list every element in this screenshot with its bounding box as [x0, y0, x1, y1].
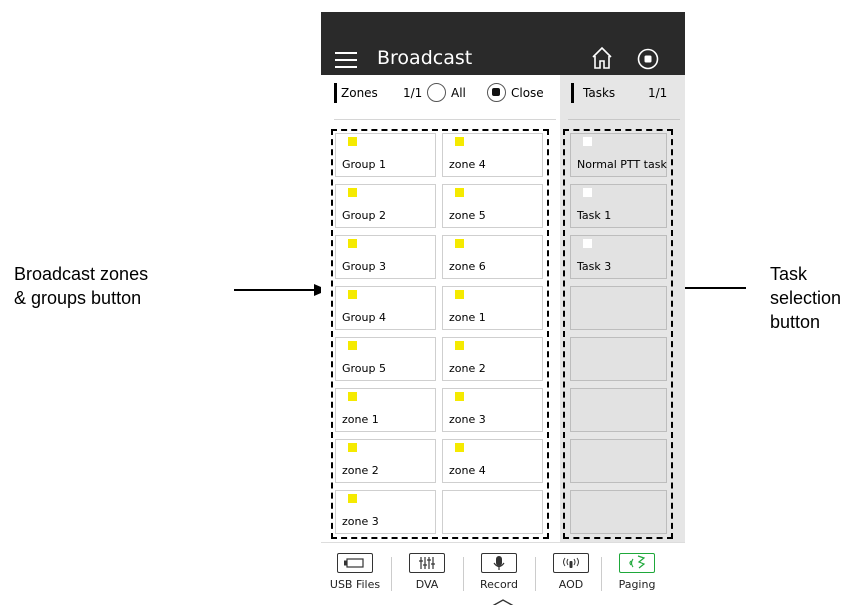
chevron-up-icon[interactable]: [485, 599, 521, 605]
zones-panel: Zones 1/1 All Close Group 1 zone 4 Group 2…: [321, 75, 560, 542]
bottom-nav: USB Files DVA Record AOD Paging: [321, 542, 685, 605]
nav-separator: [535, 557, 536, 591]
annotation-tasks-line-1: Task: [770, 264, 808, 284]
nav-label: DVA: [415, 578, 439, 591]
nav-item-usb-files[interactable]: USB Files: [321, 553, 389, 597]
nav-separator: [391, 557, 392, 591]
annotation-tasks-line-3: button: [770, 312, 821, 332]
annotation-zones: Broadcast zones & groups button: [14, 262, 148, 310]
tasks-panel: Tasks 1/1 Normal PTT task Task 1 Task 3: [560, 75, 685, 542]
stop-icon[interactable]: [637, 48, 659, 70]
page-title: Broadcast: [377, 47, 473, 69]
close-label[interactable]: Close: [511, 86, 544, 100]
arrow-to-zones: [234, 284, 328, 296]
close-radio[interactable]: [487, 83, 506, 102]
zones-header-divider: [334, 119, 556, 120]
tasks-label: Tasks: [583, 86, 616, 100]
zones-highlight-frame: [331, 129, 549, 539]
tasks-page-indicator: 1/1: [648, 86, 668, 100]
paging-speaker-icon: [619, 553, 655, 573]
nav-label: USB Files: [329, 578, 381, 591]
tasks-header-bar: [571, 83, 574, 103]
mixer-sliders-icon: [409, 553, 445, 573]
audio-on-demand-icon: [553, 553, 589, 573]
home-icon[interactable]: [591, 46, 613, 70]
all-label[interactable]: All: [451, 86, 466, 100]
content-area: Zones 1/1 All Close Group 1 zone 4 Group 2…: [321, 75, 685, 542]
all-radio[interactable]: [427, 83, 446, 102]
usb-drive-icon: [337, 553, 373, 573]
zones-label: Zones: [341, 86, 378, 100]
annotation-tasks: Task selection button: [770, 262, 841, 334]
zones-page-indicator: 1/1: [403, 86, 423, 100]
annotation-zones-line-1: Broadcast zones: [14, 264, 149, 284]
zones-header-bar: [334, 83, 337, 103]
nav-separator: [463, 557, 464, 591]
nav-item-aod[interactable]: AOD: [537, 553, 605, 597]
tasks-header-divider: [568, 119, 680, 120]
tasks-highlight-frame: [563, 129, 673, 539]
top-bar: Broadcast: [321, 12, 685, 75]
tasks-header: Tasks 1/1: [568, 81, 680, 105]
menu-icon[interactable]: [335, 52, 357, 68]
nav-item-dva[interactable]: DVA: [393, 553, 461, 597]
nav-separator: [601, 557, 602, 591]
annotation-zones-line-2: & groups button: [14, 288, 142, 308]
nav-label: Record: [479, 578, 518, 591]
nav-label: Paging: [618, 578, 656, 591]
nav-item-paging[interactable]: Paging: [603, 553, 671, 597]
nav-label: AOD: [558, 578, 584, 591]
phone-screen: Broadcast Zones 1/1 All Close Group 1 zon…: [321, 12, 685, 605]
nav-item-record[interactable]: Record: [465, 553, 533, 597]
zones-header: Zones 1/1 All Close: [334, 81, 556, 105]
annotation-tasks-line-2: selection: [770, 288, 842, 308]
microphone-icon: [481, 553, 517, 573]
